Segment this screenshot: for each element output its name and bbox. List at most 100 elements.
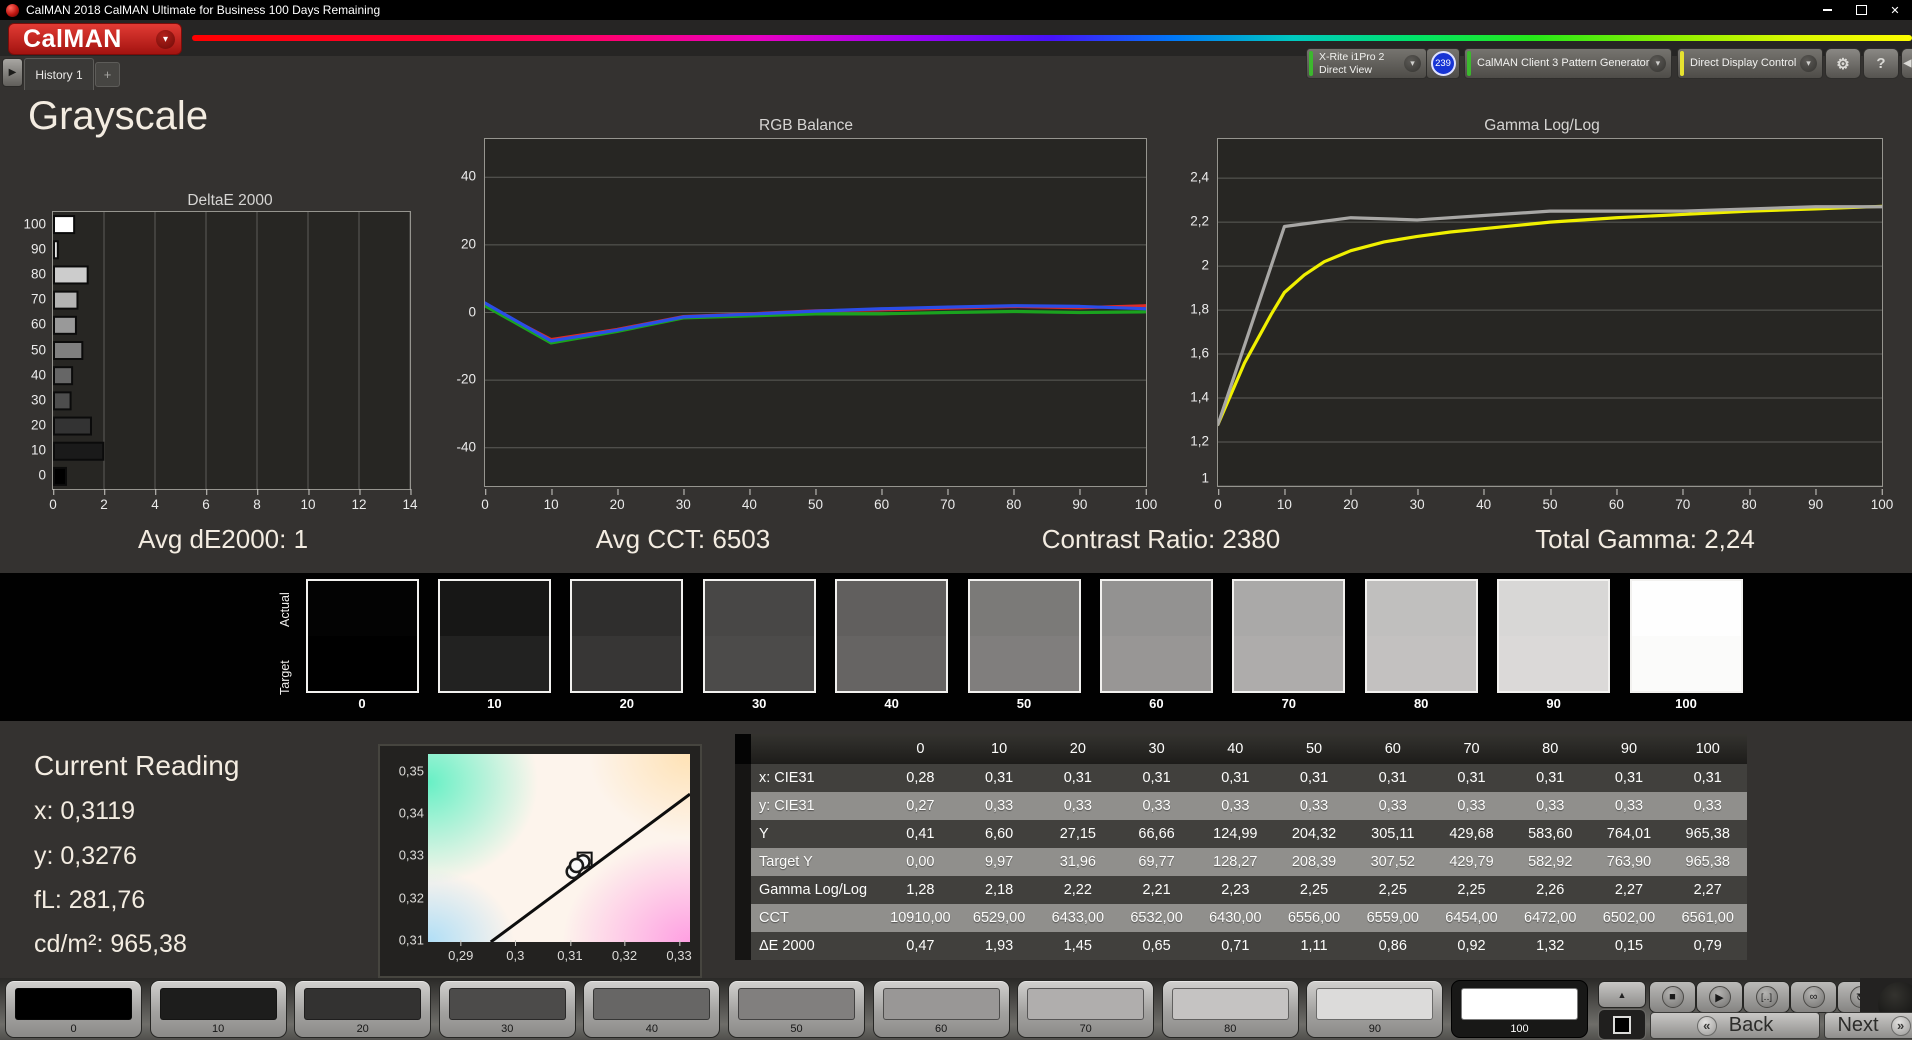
pattern-level-button-10[interactable]: 10 (149, 980, 287, 1038)
calman-menu-button[interactable]: CalMAN ▾ (8, 23, 182, 55)
level-swatch (448, 988, 566, 1020)
axis-tick-label: 20 (460, 236, 476, 252)
workflow-nav-toggle-button[interactable]: ▶ (2, 58, 23, 87)
source-status-bar (1467, 51, 1471, 76)
calman-window: CalMAN 2018 CalMAN Ultimate for Business… (0, 0, 1912, 1040)
axis-tick-label: 0,31 (557, 940, 583, 963)
display-label: Direct Display Control (1690, 57, 1797, 70)
table-cell: 0,31 (984, 770, 1014, 786)
table-cell: 6430,00 (1209, 910, 1262, 926)
measurement-table: 0 10 20 30 40 50 60 70 80 90 100 x: CIE31 0,28 0,31 0,… (735, 734, 1747, 960)
next-button[interactable]: Next » (1824, 1012, 1912, 1039)
minimize-icon (1822, 9, 1832, 11)
back-label: Back (1728, 1014, 1774, 1036)
meter-rate-button[interactable]: 239 (1426, 48, 1460, 79)
grayscale-swatch (1364, 579, 1478, 693)
axis-tick-label: 1,4 (1190, 389, 1209, 405)
pattern-level-button-90[interactable]: 90 (1306, 980, 1444, 1038)
table-cell: 0,33 (1221, 798, 1250, 814)
deltae-chart-title: DeltaE 2000 (187, 192, 273, 209)
help-button[interactable]: ? (1863, 48, 1899, 79)
pattern-level-button-70[interactable]: 70 (1017, 980, 1155, 1038)
table-column-header: 80 (1542, 741, 1559, 757)
pattern-level-button-0[interactable]: 0 (5, 980, 142, 1038)
gamma-y-axis: 2,4 2,2 2 1,8 1,6 1,4 1,2 1 (1163, 138, 1209, 486)
reading-y: y: 0,3276 (34, 842, 137, 870)
deltae-chart-plot (52, 211, 411, 490)
pattern-level-button-100[interactable]: 100 (1451, 980, 1588, 1038)
back-button[interactable]: « Back (1650, 1012, 1820, 1039)
table-cell: 0,31 (1299, 770, 1329, 786)
close-button[interactable]: ✕ (1878, 0, 1912, 20)
table-cell: 6556,00 (1287, 910, 1341, 926)
table-cell: 763,90 (1606, 854, 1652, 870)
axis-tick-label: 0 (49, 489, 57, 512)
axis-tick-label: 40 (30, 367, 46, 383)
grayscale-swatch (305, 579, 419, 693)
stat-avg-cct: Avg CCT: 6503 (595, 524, 771, 554)
reading-fl: fL: 281,76 (34, 886, 146, 914)
continuous-measure-button[interactable]: ∞ (1790, 981, 1837, 1013)
stop-measure-button[interactable]: ■ (1649, 981, 1696, 1013)
axis-tick-label: 80 (1741, 489, 1757, 512)
axis-tick-label: 70 (940, 489, 956, 512)
play-icon: ▶ (1708, 986, 1731, 1008)
level-swatch (1171, 988, 1289, 1020)
table-cell: 0,71 (1221, 938, 1250, 954)
grayscale-swatch (702, 579, 816, 693)
source-dropdown[interactable]: CalMAN Client 3 Pattern Generator ▾ (1464, 48, 1672, 79)
measure-button[interactable]: ▶ (1696, 981, 1743, 1013)
maximize-button[interactable] (1844, 0, 1878, 20)
meter-label: X-Rite i1Pro 2 Direct View (1319, 51, 1385, 76)
add-tab-button[interactable]: + (95, 62, 120, 87)
table-cell: 429,68 (1449, 826, 1494, 842)
table-cell: 0,33 (984, 798, 1014, 814)
meter-status-bar (1309, 51, 1313, 76)
pattern-level-button-20[interactable]: 20 (294, 980, 432, 1038)
level-label: 60 (934, 1023, 948, 1035)
titlebar: CalMAN 2018 CalMAN Ultimate for Business… (0, 0, 1912, 20)
panel-expand-button[interactable]: ▲ (1598, 981, 1646, 1008)
calman-app-icon (6, 3, 19, 17)
axis-tick-label: 0,32 (611, 940, 638, 963)
table-cell: 2,27 (1614, 882, 1644, 898)
target-row-label: Target (278, 660, 292, 696)
table-cell: 0,41 (906, 826, 935, 842)
table-cell: 2,18 (984, 882, 1014, 898)
table-cell: 6,60 (984, 826, 1014, 842)
table-cell: 2,25 (1299, 882, 1329, 898)
grayscale-swatch (835, 579, 949, 693)
swatch-target (1234, 636, 1344, 691)
table-cell: 1,32 (1536, 938, 1565, 954)
deltae-y-axis: 0 10 20 30 40 50 60 70 80 90 100 (10, 211, 46, 488)
meter-dropdown[interactable]: X-Rite i1Pro 2 Direct View ▾ (1306, 48, 1427, 79)
pattern-level-button-50[interactable]: 50 (728, 980, 865, 1038)
axis-tick-label: -40 (456, 439, 476, 455)
swatch-level-label: 40 (884, 696, 899, 711)
swatch-level-label: 70 (1281, 696, 1297, 711)
axis-tick-label: 30 (1409, 489, 1425, 512)
axis-tick-label: 0 (38, 467, 46, 483)
minimize-button[interactable] (1810, 0, 1844, 20)
settings-button[interactable]: ⚙ (1825, 48, 1861, 79)
pattern-level-button-30[interactable]: 30 (438, 980, 576, 1038)
table-column-header: 10 (991, 741, 1008, 757)
axis-tick-label: 1,2 (1190, 433, 1209, 449)
pattern-level-button-60[interactable]: 60 (872, 980, 1010, 1038)
pattern-level-button-80[interactable]: 80 (1161, 980, 1299, 1038)
collapse-panel-button[interactable]: ◀ (1901, 48, 1912, 79)
axis-tick-label: 0,31 (398, 932, 424, 948)
axis-tick-label: 10 (543, 489, 559, 512)
table-cell: 0,31 (1457, 770, 1486, 786)
pattern-level-button-40[interactable]: 40 (583, 980, 721, 1038)
pattern-window-mode-button[interactable] (1598, 1009, 1646, 1040)
table-cell: 128,27 (1213, 854, 1258, 870)
measure-series-button[interactable]: [‥] (1743, 981, 1790, 1013)
axis-tick-label: -20 (456, 371, 476, 387)
display-dropdown[interactable]: Direct Display Control ▾ (1677, 48, 1823, 79)
axis-tick-label: 60 (30, 316, 46, 332)
table-cell: 305,11 (1371, 826, 1415, 842)
table-cell: 0,31 (1536, 770, 1565, 786)
table-cell: 0,47 (906, 938, 935, 954)
tab-history-1[interactable]: History 1 (24, 58, 94, 90)
